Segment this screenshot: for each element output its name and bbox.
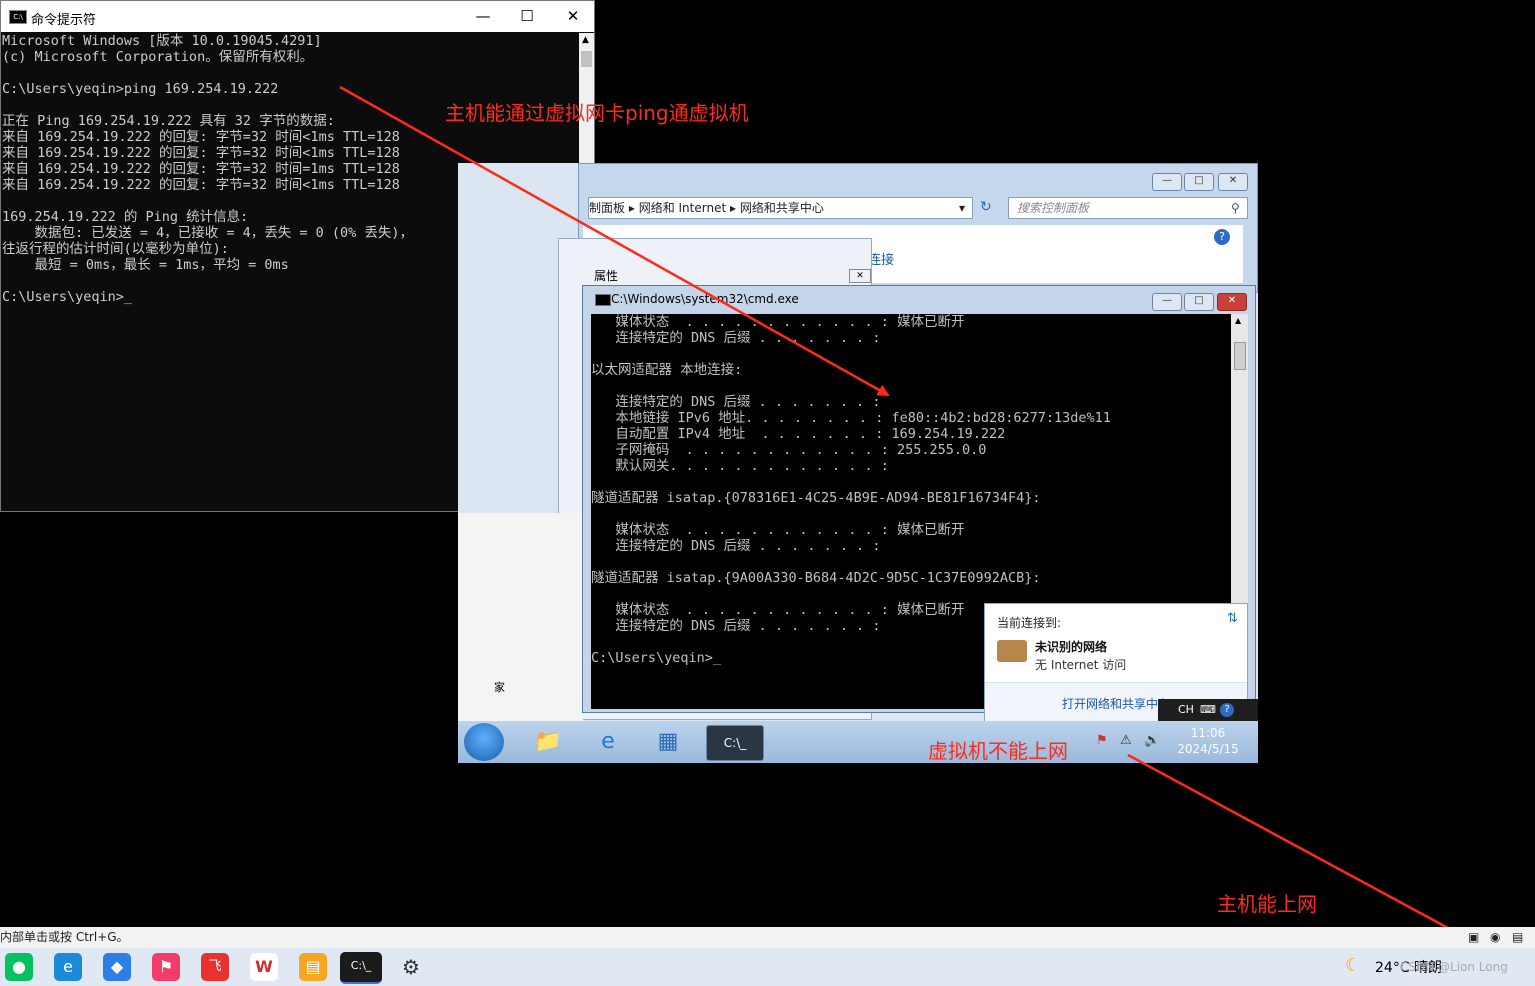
- arrow-ping: [339, 85, 890, 397]
- vmware-icon[interactable]: ▤: [299, 953, 327, 981]
- arrow-host-net: [1127, 753, 1487, 950]
- wps-icon[interactable]: W: [250, 953, 278, 981]
- bookmark-app-icon[interactable]: ⚑: [152, 953, 180, 981]
- annotation-arrows: [339, 85, 1487, 950]
- moon-icon: ☾: [1345, 955, 1362, 976]
- status-hint: 内部单击或按 Ctrl+G。: [0, 930, 129, 944]
- app-diamond-icon[interactable]: ◆: [103, 953, 131, 981]
- watermark: CSDN @Lion Long: [1400, 960, 1508, 974]
- annotation-host-net: 主机能上网: [1217, 892, 1317, 916]
- host-status-bar: 内部单击或按 Ctrl+G。 ▣ ◉ ▤: [0, 927, 1535, 948]
- edge-icon[interactable]: e: [54, 953, 82, 981]
- gear-icon[interactable]: ⚙: [397, 953, 425, 981]
- cmd-taskbar-icon[interactable]: C:\_: [340, 952, 382, 984]
- save-icon[interactable]: ▤: [1512, 927, 1523, 948]
- host-taskbar: ● e ◆ ⚑ 飞 W ▤ C:\_ ⚙ ☾: [0, 948, 1535, 986]
- wechat-icon[interactable]: ●: [5, 953, 33, 981]
- app-fei-icon[interactable]: 飞: [201, 953, 229, 981]
- disc-icon[interactable]: ◉: [1490, 927, 1500, 948]
- device-icon[interactable]: ▣: [1468, 927, 1479, 948]
- annotation-vm-no-net: 虚拟机不能上网: [928, 739, 1068, 763]
- annotation-ping: 主机能通过虚拟网卡ping通虚拟机: [445, 101, 749, 125]
